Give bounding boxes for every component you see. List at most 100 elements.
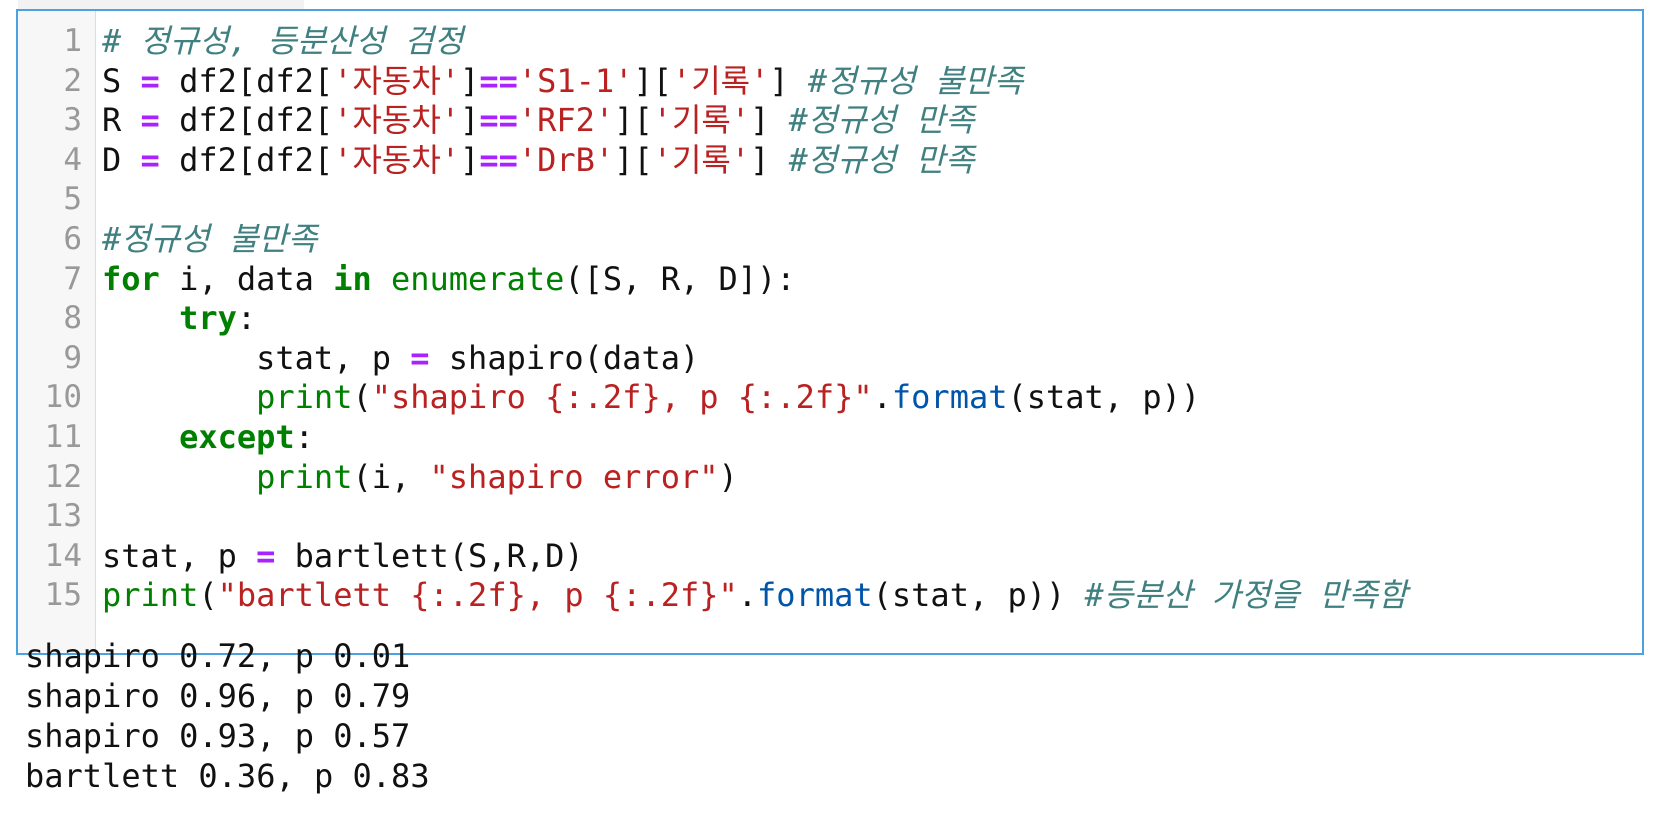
code-token-kw: try <box>179 299 237 338</box>
code-token-plain: S <box>102 61 141 100</box>
code-line[interactable]: 9 stat, p = shapiro(data) <box>18 337 1638 379</box>
code-token-comment: #정규성 만족 <box>788 101 975 140</box>
code-text[interactable]: try: <box>102 297 256 339</box>
code-text[interactable]: S = df2[df2['자동차']=='S1-1']['기록'] #정규성 불… <box>102 60 1023 102</box>
code-token-plain: (stat, p)) <box>872 576 1085 615</box>
code-token-op: == <box>479 140 518 179</box>
code-text[interactable]: #정규성 불만족 <box>102 218 317 260</box>
code-token-plain: i, data <box>159 259 334 298</box>
code-line[interactable]: 3R = df2[df2['자동차']=='RF2']['기록'] #정규성 만… <box>18 99 1638 141</box>
code-token-plain: stat, p <box>102 338 411 377</box>
code-token-str: '자동차' <box>333 61 461 100</box>
code-line[interactable]: 5 <box>18 178 1638 220</box>
code-token-plain: . <box>872 378 892 417</box>
previous-cell-edge <box>18 0 304 9</box>
code-token-str: '자동차' <box>333 140 461 179</box>
code-token-op: = <box>256 536 276 575</box>
line-number: 12 <box>44 458 82 495</box>
code-token-builtin: enumerate <box>390 259 565 298</box>
line-number: 13 <box>44 498 82 535</box>
code-token-comment: #등분산 가정을 만족함 <box>1084 576 1408 615</box>
code-text[interactable]: print("shapiro {:.2f}, p {:.2f}".format(… <box>102 376 1200 418</box>
code-text[interactable]: for i, data in enumerate([S, R, D]): <box>102 258 796 300</box>
code-token-plain: stat, p <box>102 536 257 575</box>
code-text[interactable]: except: <box>102 416 314 458</box>
code-token-kw: except <box>179 418 295 456</box>
code-token-op: == <box>479 101 518 140</box>
line-number: 4 <box>63 141 82 178</box>
code-text[interactable]: # 정규성, 등분산성 검정 <box>102 20 463 62</box>
code-token-str: '기록' <box>652 101 751 140</box>
code-line[interactable]: 12 print(i, "shapiro error") <box>18 456 1638 498</box>
code-token-plain: ] <box>460 140 480 179</box>
code-text[interactable]: print(i, "shapiro error") <box>102 456 738 498</box>
code-token-plain: ] <box>769 61 808 100</box>
code-token-comment: # 정규성, 등분산성 검정 <box>102 22 464 60</box>
code-token-plain: D <box>102 140 141 179</box>
code-token-plain: df2[df2[ <box>159 140 334 179</box>
code-token-str: 'RF2' <box>517 101 615 140</box>
line-number: 9 <box>63 339 82 376</box>
code-token-plain: ([S, R, D]): <box>564 259 796 298</box>
code-token-builtin: print <box>102 576 199 615</box>
code-token-kw: in <box>333 259 372 298</box>
code-cell-editor[interactable]: 1 # 정규성, 등분산성 검정 2 S = df2[df2['자동차']=='S1-… <box>16 9 1644 655</box>
code-line[interactable]: 11 except: <box>18 416 1638 458</box>
code-token-comment: #정규성 불만족 <box>102 220 318 258</box>
code-token-plain: shapiro(data) <box>429 338 700 377</box>
code-token-plain: (i, <box>352 457 430 496</box>
code-token-str: "shapiro {:.2f}, p {:.2f}" <box>371 378 873 417</box>
code-token-plain: ][ <box>633 61 672 100</box>
code-token-comment: #정규성 불만족 <box>807 61 1024 100</box>
code-text[interactable]: stat, p = shapiro(data) <box>102 337 699 379</box>
code-line[interactable]: 13 <box>18 495 1638 537</box>
code-token-str: '기록' <box>652 140 751 179</box>
line-number: 5 <box>63 181 82 218</box>
code-text[interactable]: D = df2[df2['자동차']=='DrB']['기록'] #정규성 만족 <box>102 139 974 181</box>
code-text[interactable]: R = df2[df2['자동차']=='RF2']['기록'] #정규성 만족 <box>102 99 974 141</box>
code-line[interactable]: 2S = df2[df2['자동차']=='S1-1']['기록'] #정규성 … <box>18 60 1638 102</box>
code-token-str: '자동차' <box>333 101 461 140</box>
code-line[interactable]: 8 try: <box>18 297 1638 339</box>
code-token-comment: #정규성 만족 <box>788 140 975 179</box>
code-line[interactable]: 14 stat, p = bartlett(S,R,D) <box>18 535 1638 577</box>
code-token-plain: R <box>102 101 141 140</box>
line-number: 14 <box>44 537 82 574</box>
output-line: shapiro 0.93, p 0.57 <box>25 717 411 755</box>
line-number: 2 <box>63 62 82 99</box>
code-token-str: 'DrB' <box>517 140 615 179</box>
code-token-op: = <box>410 338 430 377</box>
code-line[interactable]: 10 print("shapiro {:.2f}, p {:.2f}".form… <box>18 376 1638 418</box>
code-token-plain: . <box>737 576 758 615</box>
code-text[interactable]: print("bartlett {:.2f}, p {:.2f}".format… <box>102 574 1407 616</box>
code-token-op: = <box>140 101 160 140</box>
line-number: 3 <box>63 102 82 139</box>
code-token-str: '기록' <box>671 61 770 100</box>
code-token-plain: : <box>294 418 314 456</box>
code-token-plain: ] <box>460 61 480 100</box>
code-token-plain: df2[df2[ <box>159 101 334 140</box>
code-token-plain: ] <box>750 101 789 140</box>
code-token-plain: ) <box>718 457 738 496</box>
line-number: 6 <box>63 221 82 257</box>
code-token-op: = <box>140 140 160 179</box>
code-line[interactable]: 4D = df2[df2['자동차']=='DrB']['기록'] #정규성 만… <box>18 139 1638 181</box>
code-line[interactable]: 1 # 정규성, 등분산성 검정 <box>18 20 1638 62</box>
code-token-op: = <box>140 61 160 100</box>
code-token-plain: bartlett(S,R,D) <box>275 536 584 575</box>
code-line[interactable]: 7 for i, data in enumerate([S, R, D]): <box>18 258 1638 300</box>
code-text[interactable]: stat, p = bartlett(S,R,D) <box>102 535 584 577</box>
code-token-plain: ] <box>750 140 789 179</box>
code-token-str: 'S1-1' <box>517 61 634 100</box>
code-line[interactable]: 6 #정규성 불만족 <box>18 218 1638 260</box>
code-token-plain: ( <box>352 378 372 417</box>
line-number: 10 <box>44 379 82 416</box>
code-token-builtin: print <box>256 378 353 417</box>
output-line: shapiro 0.96, p 0.79 <box>25 677 411 715</box>
code-token-builtin: print <box>256 457 353 496</box>
code-line[interactable]: 15 print("bartlett {:.2f}, p {:.2f}".form… <box>18 574 1638 616</box>
